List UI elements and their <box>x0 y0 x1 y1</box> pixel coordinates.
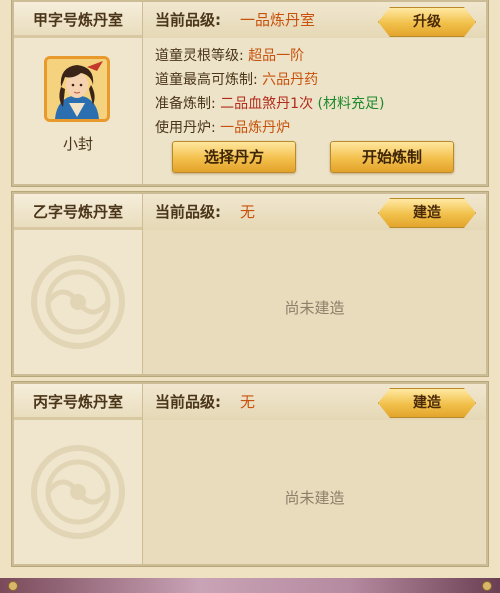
level-value: 无 <box>240 203 256 221</box>
info-row-root-level: 道童灵根等级: 超品一阶 <box>155 45 304 65</box>
room-panel-jia: 甲字号炼丹室 当前品级: 一品炼丹室 升级 小封 道童灵根等级: 超品一阶 道童… <box>12 0 488 186</box>
info-label: 道童灵根等级: <box>155 48 244 64</box>
alchemist-avatar[interactable] <box>44 56 110 122</box>
level-label: 当前品级: <box>155 393 221 411</box>
not-built-status: 尚未建造 <box>284 489 345 507</box>
room-panel-yi: 乙字号炼丹室 当前品级: 无 建造 尚未建造 <box>12 192 488 376</box>
level-label: 当前品级: <box>155 203 221 221</box>
room-panel-bing: 丙字号炼丹室 当前品级: 无 建造 尚未建造 <box>12 382 488 566</box>
info-label: 使用丹炉: <box>155 120 216 136</box>
room-name: 丙字号炼丹室 <box>32 393 123 411</box>
empty-slot-emblem-icon <box>31 255 125 349</box>
rivet-icon <box>8 581 18 591</box>
room-name: 甲字号炼丹室 <box>32 11 123 29</box>
start-refine-button[interactable]: 开始炼制 <box>330 141 454 173</box>
alchemist-name: 小封 <box>62 135 93 153</box>
material-status: (材料充足) <box>317 96 385 112</box>
level-label: 当前品级: <box>155 11 221 29</box>
room-tab: 乙字号炼丹室 <box>14 194 143 230</box>
info-value: 一品炼丹炉 <box>220 120 291 136</box>
room-tab: 甲字号炼丹室 <box>14 2 143 38</box>
rivet-icon <box>482 581 492 591</box>
upgrade-button[interactable]: 升级 <box>378 7 476 37</box>
select-recipe-button[interactable]: 选择丹方 <box>172 141 296 173</box>
build-button[interactable]: 建造 <box>378 388 476 418</box>
info-row-max-refine: 道童最高可炼制: 六品丹药 <box>155 69 318 89</box>
level-value: 一品炼丹室 <box>240 11 316 29</box>
bottom-decor-strip <box>0 578 500 593</box>
room-name: 乙字号炼丹室 <box>32 203 123 221</box>
build-button[interactable]: 建造 <box>378 198 476 228</box>
alchemist-portrait-icon <box>47 59 107 119</box>
not-built-status: 尚未建造 <box>284 299 345 317</box>
empty-slot-emblem-icon <box>31 445 125 539</box>
info-label: 准备炼制: <box>155 96 216 112</box>
room-tab: 丙字号炼丹室 <box>14 384 143 420</box>
info-row-furnace: 使用丹炉: 一品炼丹炉 <box>155 117 290 137</box>
level-value: 无 <box>240 393 256 411</box>
info-row-prepare: 准备炼制: 二品血煞丹1次 (材料充足) <box>155 93 384 113</box>
info-value: 六品丹药 <box>262 72 319 88</box>
info-value: 超品一阶 <box>248 48 305 64</box>
info-value: 二品血煞丹1次 <box>220 96 314 112</box>
info-label: 道童最高可炼制: <box>155 72 258 88</box>
